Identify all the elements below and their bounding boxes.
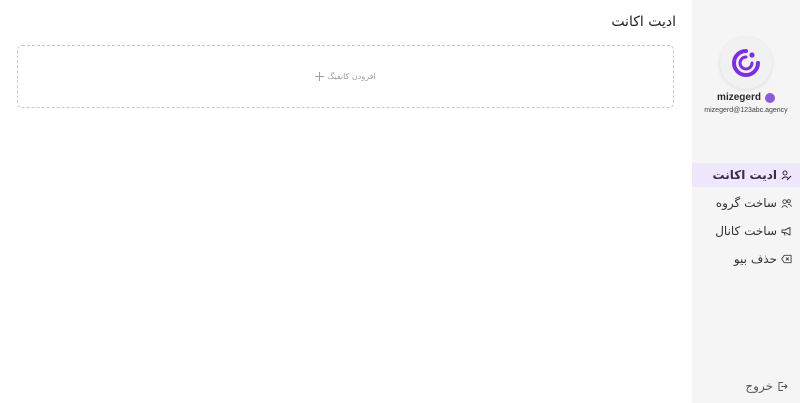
username: mizegerd <box>717 92 761 103</box>
group-icon <box>781 198 792 209</box>
sidebar-item-edit-account[interactable]: ادیت اکانت <box>692 163 800 187</box>
user-row: mizegerd <box>692 92 800 103</box>
plus-icon <box>315 72 325 81</box>
logo-icon <box>732 49 760 77</box>
sidebar: mizegerd mizegerd@123abc.agency ادیت اکا… <box>692 0 800 403</box>
user-email: mizegerd@123abc.agency <box>704 107 788 114</box>
sidebar-item-label: ادیت اکانت <box>712 168 777 182</box>
sidebar-item-label: حذف بیو <box>733 252 777 266</box>
sidebar-item-label: ساخت کانال <box>715 224 777 238</box>
status-indicator <box>764 92 775 103</box>
sidebar-item-create-group[interactable]: ساخت گروه <box>692 191 800 215</box>
sidebar-menu: ادیت اکانت ساخت گروه ساخت کانال حذف بیو <box>692 163 800 275</box>
add-config-dropzone[interactable]: افزودن کانفیگ <box>17 45 674 108</box>
sidebar-item-label: ساخت گروه <box>715 196 777 210</box>
logout-button[interactable]: خروج <box>692 377 800 395</box>
dropzone-content: افزودن کانفیگ <box>315 72 376 81</box>
megaphone-icon <box>781 226 792 237</box>
user-edit-icon <box>781 170 792 181</box>
delete-tag-icon <box>781 254 792 265</box>
logout-icon <box>777 381 788 392</box>
sidebar-item-delete-bio[interactable]: حذف بیو <box>692 247 800 271</box>
sidebar-item-create-channel[interactable]: ساخت کانال <box>692 219 800 243</box>
add-config-label: افزودن کانفیگ <box>327 72 376 81</box>
main-content: ادیت اکانت افزودن کانفیگ <box>0 0 692 403</box>
logout-label: خروج <box>745 379 773 393</box>
page-title: ادیت اکانت <box>611 14 676 30</box>
avatar[interactable] <box>720 37 772 89</box>
